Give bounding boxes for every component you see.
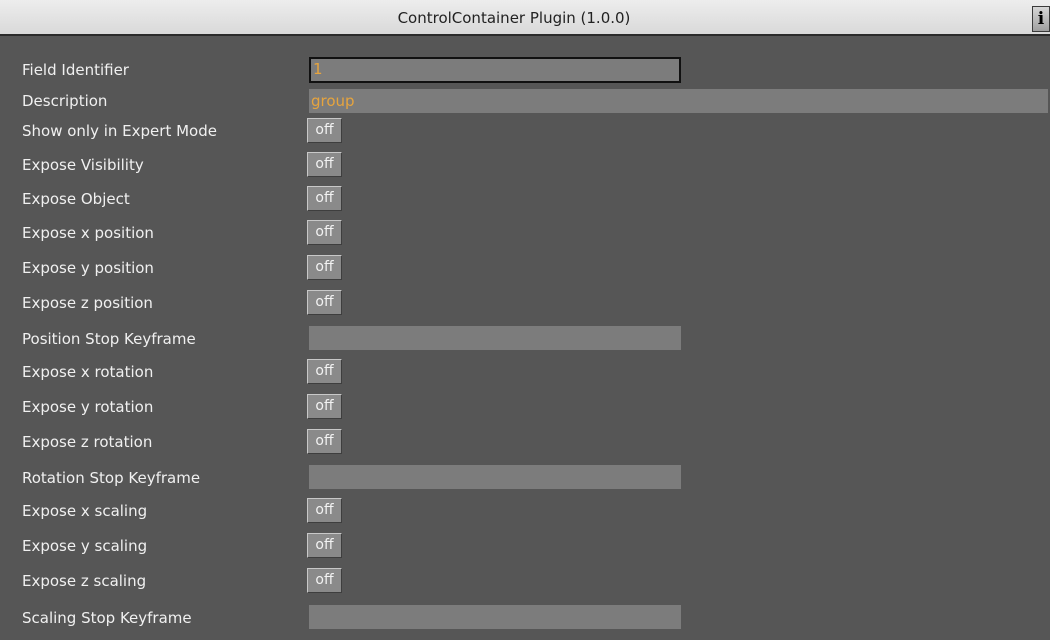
- position-keyframe-row: Position Stop Keyframe: [0, 326, 1050, 352]
- description-input[interactable]: group: [309, 89, 1048, 113]
- toggle-label-object: Expose Object: [22, 190, 130, 208]
- toggle-label-visibility: Expose Visibility: [22, 156, 144, 174]
- scaling-keyframe-label: Scaling Stop Keyframe: [22, 609, 192, 627]
- toggle-label-y-scaling: Expose y scaling: [22, 537, 148, 555]
- expose-z-scaling-toggle[interactable]: off: [307, 568, 342, 593]
- expose-object-toggle[interactable]: off: [307, 186, 342, 211]
- toggle-label-x-position: Expose x position: [22, 224, 154, 242]
- toggle-label-x-scaling: Expose x scaling: [22, 502, 148, 520]
- toggle-row-y-scaling: Expose y scaling off: [0, 533, 1050, 559]
- toggle-row-object: Expose Object off: [0, 186, 1050, 212]
- toggle-label-z-scaling: Expose z scaling: [22, 572, 147, 590]
- toggle-row-z-scaling: Expose z scaling off: [0, 568, 1050, 594]
- expose-x-rotation-toggle[interactable]: off: [307, 359, 342, 384]
- expose-y-scaling-toggle[interactable]: off: [307, 533, 342, 558]
- rotation-keyframe-row: Rotation Stop Keyframe: [0, 465, 1050, 491]
- info-icon[interactable]: i: [1032, 6, 1050, 32]
- scaling-keyframe-row: Scaling Stop Keyframe: [0, 605, 1050, 631]
- expose-z-position-toggle[interactable]: off: [307, 290, 342, 315]
- toggle-label-expert-mode: Show only in Expert Mode: [22, 122, 217, 140]
- expose-y-position-toggle[interactable]: off: [307, 255, 342, 280]
- position-keyframe-label: Position Stop Keyframe: [22, 330, 196, 348]
- field-identifier-row: Field Identifier 1: [0, 57, 1050, 83]
- toggle-label-z-rotation: Expose z rotation: [22, 433, 153, 451]
- plugin-panel: ControlContainer Plugin (1.0.0) i Field …: [0, 0, 1050, 640]
- rotation-stop-keyframe-field[interactable]: [309, 465, 681, 489]
- field-identifier-input[interactable]: 1: [309, 57, 681, 83]
- expose-y-rotation-toggle[interactable]: off: [307, 394, 342, 419]
- description-row: Description group: [0, 89, 1050, 115]
- toggle-row-y-rotation: Expose y rotation off: [0, 394, 1050, 420]
- toggle-row-z-rotation: Expose z rotation off: [0, 429, 1050, 455]
- toggle-label-x-rotation: Expose x rotation: [22, 363, 154, 381]
- toggle-row-z-position: Expose z position off: [0, 290, 1050, 316]
- expose-z-rotation-toggle[interactable]: off: [307, 429, 342, 454]
- toggle-row-y-position: Expose y position off: [0, 255, 1050, 281]
- toggle-row-x-position: Expose x position off: [0, 220, 1050, 246]
- title-bar: ControlContainer Plugin (1.0.0) i: [0, 0, 1050, 36]
- toggle-label-y-position: Expose y position: [22, 259, 154, 277]
- scaling-stop-keyframe-field[interactable]: [309, 605, 681, 629]
- toggle-row-x-scaling: Expose x scaling off: [0, 498, 1050, 524]
- toggle-label-z-position: Expose z position: [22, 294, 153, 312]
- panel-title: ControlContainer Plugin (1.0.0): [397, 9, 631, 27]
- rotation-keyframe-label: Rotation Stop Keyframe: [22, 469, 201, 487]
- expose-x-scaling-toggle[interactable]: off: [307, 498, 342, 523]
- field-identifier-label: Field Identifier: [22, 61, 129, 79]
- toggle-row-x-rotation: Expose x rotation off: [0, 359, 1050, 385]
- toggle-label-y-rotation: Expose y rotation: [22, 398, 154, 416]
- expose-x-position-toggle[interactable]: off: [307, 220, 342, 245]
- expert-mode-toggle[interactable]: off: [307, 118, 342, 143]
- position-stop-keyframe-field[interactable]: [309, 326, 681, 350]
- description-label: Description: [22, 92, 108, 110]
- toggle-row-visibility: Expose Visibility off: [0, 152, 1050, 178]
- expose-visibility-toggle[interactable]: off: [307, 152, 342, 177]
- toggle-row-expert-mode: Show only in Expert Mode off: [0, 118, 1050, 144]
